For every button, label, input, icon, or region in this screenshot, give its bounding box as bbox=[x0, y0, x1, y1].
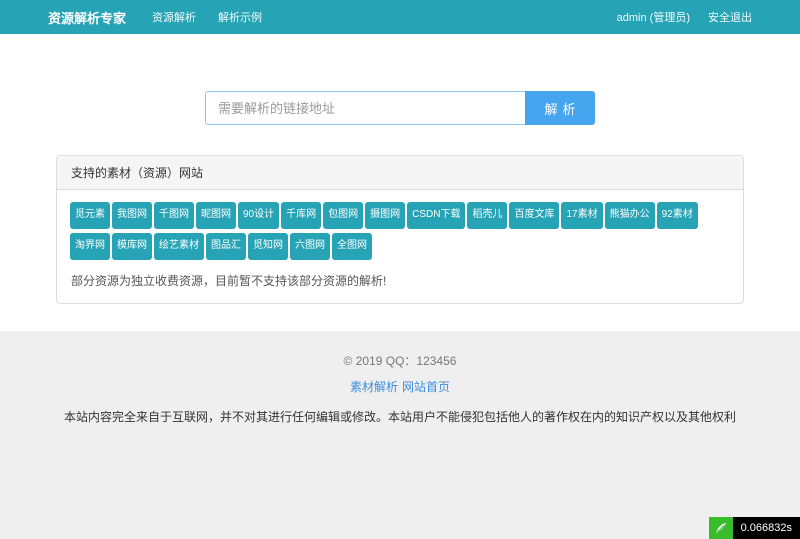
nav-item[interactable]: 资源解析 bbox=[152, 9, 196, 25]
site-badge[interactable]: 昵图网 bbox=[196, 202, 236, 229]
site-badge[interactable]: CSDN下载 bbox=[407, 202, 465, 229]
site-badge[interactable]: 淘界网 bbox=[70, 233, 110, 260]
site-badge[interactable]: 百度文库 bbox=[509, 202, 559, 229]
site-badge[interactable]: 我图网 bbox=[112, 202, 152, 229]
site-badge[interactable]: 包图网 bbox=[323, 202, 363, 229]
nav-user-menu: admin (管理员) 安全退出 bbox=[617, 9, 752, 25]
search-bar: 解析 bbox=[0, 34, 800, 125]
site-badge[interactable]: 摄图网 bbox=[365, 202, 405, 229]
nav-user-item[interactable]: 安全退出 bbox=[708, 9, 752, 25]
leaf-icon bbox=[713, 520, 729, 536]
site-badge[interactable]: 92素材 bbox=[657, 202, 698, 229]
nav-item[interactable]: 解析示例 bbox=[218, 9, 262, 25]
panel-body: 觅元素我图网千图网昵图网90设计千库网包图网摄图网CSDN下载稻壳儿百度文库17… bbox=[57, 190, 743, 303]
footer-link[interactable]: 素材解析 bbox=[350, 380, 398, 394]
debug-bar: 0.066832s bbox=[709, 517, 800, 539]
site-badge[interactable]: 90设计 bbox=[238, 202, 279, 229]
site-badge[interactable]: 稻壳儿 bbox=[467, 202, 507, 229]
site-badges: 觅元素我图网千图网昵图网90设计千库网包图网摄图网CSDN下载稻壳儿百度文库17… bbox=[67, 202, 733, 264]
footer-link[interactable]: 网站首页 bbox=[402, 380, 450, 394]
site-badge[interactable]: 千图网 bbox=[154, 202, 194, 229]
site-badge[interactable]: 千库网 bbox=[281, 202, 321, 229]
execution-time: 0.066832s bbox=[733, 517, 800, 539]
parse-button[interactable]: 解析 bbox=[525, 91, 595, 125]
copyright-text: © 2019 QQ：123456 bbox=[0, 352, 800, 369]
site-badge[interactable]: 17素材 bbox=[561, 202, 602, 229]
panel-title: 支持的素材（资源）网站 bbox=[57, 156, 743, 190]
brand-link[interactable]: 资源解析专家 bbox=[48, 8, 126, 27]
footer: © 2019 QQ：123456 素材解析网站首页 本站内容完全来自于互联网，并… bbox=[0, 331, 800, 425]
site-badge[interactable]: 全图网 bbox=[332, 233, 372, 260]
navbar: 资源解析专家 资源解析 解析示例 admin (管理员) 安全退出 bbox=[0, 0, 800, 34]
disclaimer-text: 本站内容完全来自于互联网，并不对其进行任何编辑或修改。本站用户不能侵犯包括他人的… bbox=[0, 408, 800, 425]
site-badge[interactable]: 绘艺素材 bbox=[154, 233, 204, 260]
thinkphp-debug-icon[interactable] bbox=[709, 517, 733, 539]
panel-note: 部分资源为独立收费资源，目前暂不支持该部分资源的解析! bbox=[67, 272, 733, 289]
main-section: 解析 支持的素材（资源）网站 觅元素我图网千图网昵图网90设计千库网包图网摄图网… bbox=[0, 34, 800, 331]
parse-url-input[interactable] bbox=[205, 91, 525, 125]
site-badge[interactable]: 六图网 bbox=[290, 233, 330, 260]
site-badge[interactable]: 图品汇 bbox=[206, 233, 246, 260]
site-badge[interactable]: 觅知网 bbox=[248, 233, 288, 260]
supported-sites-panel: 支持的素材（资源）网站 觅元素我图网千图网昵图网90设计千库网包图网摄图网CSD… bbox=[56, 155, 744, 304]
nav-user-item[interactable]: admin (管理员) bbox=[617, 9, 690, 25]
nav-menu: 资源解析 解析示例 bbox=[152, 9, 617, 25]
footer-links: 素材解析网站首页 bbox=[0, 378, 800, 395]
site-badge[interactable]: 觅元素 bbox=[70, 202, 110, 229]
site-badge[interactable]: 模库网 bbox=[112, 233, 152, 260]
site-badge[interactable]: 熊猫办公 bbox=[605, 202, 655, 229]
